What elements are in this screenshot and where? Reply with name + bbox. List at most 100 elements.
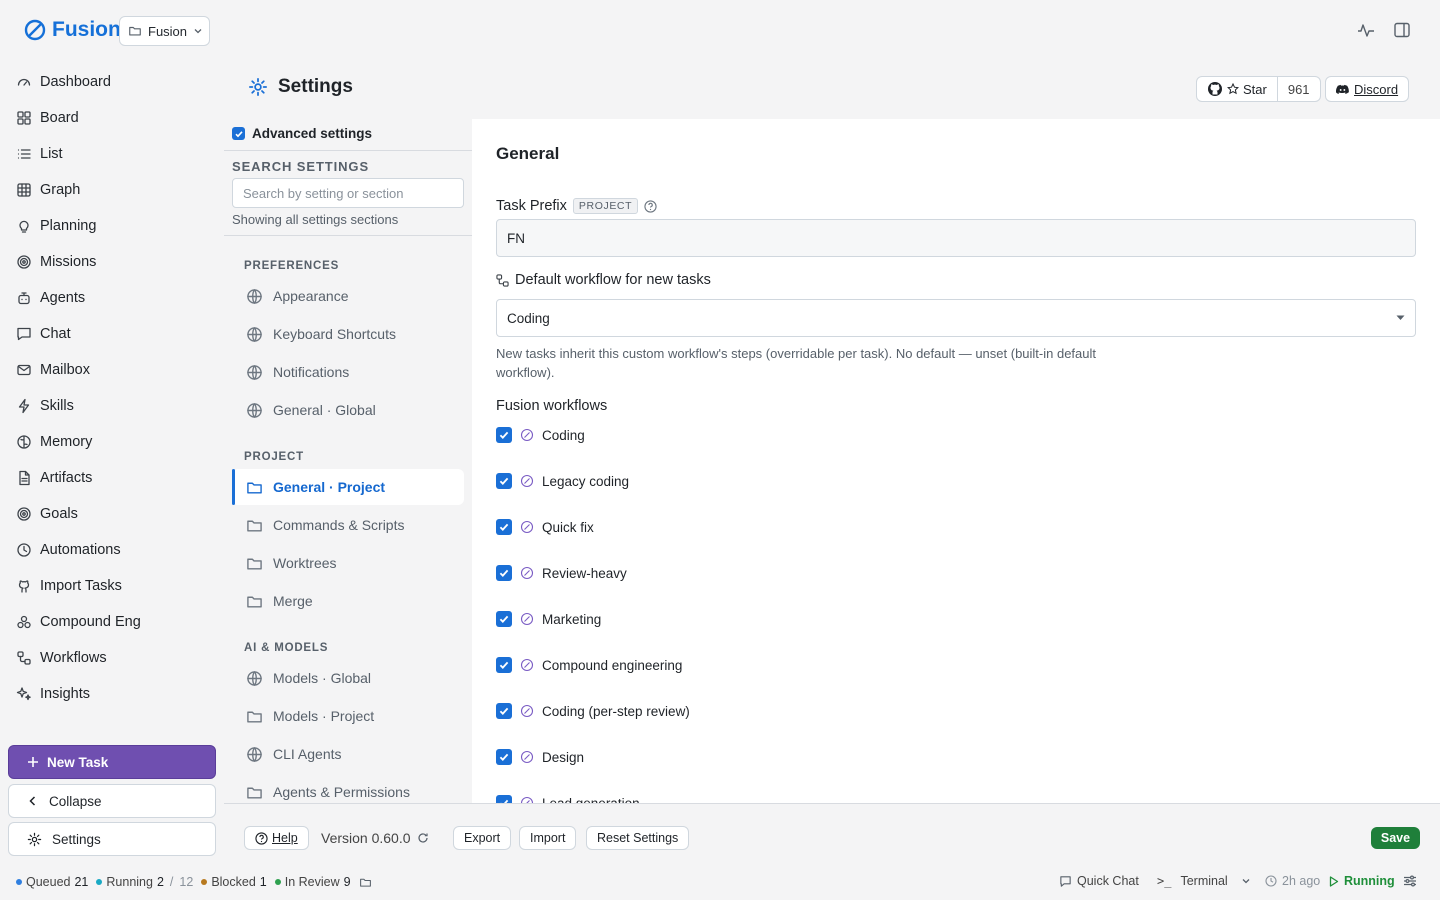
workflow-label: Design [542, 749, 585, 765]
sidebar-item-artifacts[interactable]: Artifacts [8, 460, 216, 496]
workflow-checkbox[interactable] [496, 611, 512, 627]
sidebar-item-missions[interactable]: Missions [8, 244, 216, 280]
advanced-checkbox[interactable] [232, 127, 245, 140]
workflow-option[interactable]: Coding [496, 425, 585, 445]
settings-nav-item[interactable]: General · Global [232, 392, 464, 428]
workflow-option[interactable]: Design [496, 747, 584, 767]
target-icon [16, 506, 32, 522]
reset-settings-button[interactable]: Reset Settings [586, 826, 690, 850]
settings-nav-item[interactable]: Models · Project [232, 698, 464, 734]
sidebar-item-automations[interactable]: Automations [8, 532, 216, 568]
workflow-option[interactable]: Compound engineering [496, 655, 682, 675]
search-settings-input[interactable] [232, 178, 464, 208]
sidebar-item-compound-eng[interactable]: Compound Eng [8, 604, 216, 640]
status-in-review[interactable]: In Review 9 [274, 875, 372, 889]
sidebar-item-label: Compound Eng [40, 614, 141, 630]
workflow-checkbox[interactable] [496, 795, 512, 803]
help-button[interactable]: Help [244, 826, 309, 850]
workflow-checkbox[interactable] [496, 749, 512, 765]
panel-toggle-icon[interactable] [1391, 19, 1413, 41]
workflow-label: Coding (per-step review) [542, 703, 690, 719]
sidebar-item-dashboard[interactable]: Dashboard [8, 64, 216, 100]
folder-icon[interactable] [359, 876, 372, 889]
task-prefix-input[interactable]: FN [496, 219, 1416, 257]
help-circle-icon[interactable] [644, 199, 657, 213]
sidebar-item-workflows[interactable]: Workflows [8, 640, 216, 676]
lightning-icon [16, 398, 32, 414]
sidebar-item-agents[interactable]: Agents [8, 280, 216, 316]
workflow-checkbox[interactable] [496, 565, 512, 581]
workflow-option[interactable]: Coding (per-step review) [496, 701, 690, 721]
sidebar-item-list[interactable]: List [8, 136, 216, 172]
folder-icon [246, 708, 263, 725]
status-queued[interactable]: Queued 21 [16, 875, 88, 889]
settings-nav-item[interactable]: Keyboard Shortcuts [232, 316, 464, 352]
help-circle-icon [255, 831, 268, 845]
sidebar-item-memory[interactable]: Memory [8, 424, 216, 460]
folder-icon [128, 24, 142, 38]
sliders-icon[interactable] [1403, 874, 1417, 888]
status-blocked[interactable]: Blocked 1 [201, 875, 267, 889]
workflow-option[interactable]: Marketing [496, 609, 601, 629]
workflow-option[interactable]: Legacy coding [496, 471, 629, 491]
sidebar-item-mailbox[interactable]: Mailbox [8, 352, 216, 388]
sidebar-item-label: Missions [40, 254, 97, 270]
workflow-checkbox[interactable] [496, 519, 512, 535]
settings-nav-item[interactable]: Agents & Permissions [232, 774, 464, 810]
github-star-button[interactable]: Star [1197, 77, 1277, 101]
sidebar-item-label: Automations [40, 542, 121, 558]
workflow-option[interactable]: Lead generation [496, 793, 640, 803]
settings-nav-item[interactable]: Notifications [232, 354, 464, 390]
status-running[interactable]: Running 2 / 12 [96, 875, 193, 889]
quick-chat-button[interactable]: Quick Chat [1059, 874, 1139, 888]
settings-nav-item[interactable]: Commands & Scripts [232, 507, 464, 543]
collapse-label: Collapse [49, 793, 102, 809]
discord-link[interactable]: Discord [1325, 76, 1410, 102]
settings-nav-item[interactable]: Worktrees [232, 545, 464, 581]
default-workflow-select[interactable]: Coding [496, 299, 1416, 337]
project-selector[interactable]: Fusion [119, 16, 210, 46]
workflow-checkbox[interactable] [496, 473, 512, 489]
settings-nav-item[interactable]: CLI Agents [232, 736, 464, 772]
workflow-option[interactable]: Review-heavy [496, 563, 627, 583]
settings-nav-item[interactable]: Models · Global [232, 660, 464, 696]
workflow-option[interactable]: Quick fix [496, 517, 594, 537]
settings-nav-item[interactable]: Merge [232, 583, 464, 619]
refresh-icon[interactable] [417, 832, 429, 844]
terminal-button[interactable]: >_ Terminal [1157, 874, 1251, 888]
save-button[interactable]: Save [1371, 827, 1420, 849]
sidebar-item-board[interactable]: Board [8, 100, 216, 136]
app-logo[interactable]: Fusion [24, 16, 121, 44]
workflow-label: Quick fix [542, 519, 594, 535]
workflow-checkbox[interactable] [496, 427, 512, 443]
settings-nav-label: Keyboard Shortcuts [273, 326, 396, 342]
chevron-down-icon[interactable] [1241, 876, 1251, 886]
collapse-button[interactable]: Collapse [8, 784, 216, 818]
workflow-checkbox[interactable] [496, 703, 512, 719]
export-button[interactable]: Export [453, 826, 512, 850]
star-count[interactable]: 961 [1276, 77, 1320, 101]
search-status: Showing all settings sections [232, 212, 399, 227]
running-total: 12 [179, 875, 194, 889]
sidebar-item-skills[interactable]: Skills [8, 388, 216, 424]
settings-nav-item[interactable]: General · Project [232, 469, 464, 505]
fusion-workflow-icon [520, 704, 534, 718]
activity-icon[interactable] [1355, 19, 1377, 41]
settings-nav-item[interactable]: Appearance [232, 278, 464, 314]
sidebar-item-insights[interactable]: Insights [8, 676, 216, 712]
workflow-selected-value: Coding [507, 310, 550, 326]
sidebar-item-goals[interactable]: Goals [8, 496, 216, 532]
settings-button[interactable]: Settings [8, 822, 216, 856]
engine-status[interactable]: Running [1329, 874, 1395, 888]
sidebar-item-graph[interactable]: Graph [8, 172, 216, 208]
workflow-checkbox[interactable] [496, 657, 512, 673]
workflow-label: Marketing [542, 611, 602, 627]
sidebar-item-planning[interactable]: Planning [8, 208, 216, 244]
compound-icon [16, 614, 32, 630]
advanced-settings-toggle[interactable]: Advanced settings [232, 126, 372, 141]
sidebar-item-label: Memory [40, 434, 93, 450]
sidebar-item-import-tasks[interactable]: Import Tasks [8, 568, 216, 604]
new-task-button[interactable]: New Task [8, 745, 216, 779]
sidebar-item-chat[interactable]: Chat [8, 316, 216, 352]
import-button[interactable]: Import [519, 826, 577, 850]
